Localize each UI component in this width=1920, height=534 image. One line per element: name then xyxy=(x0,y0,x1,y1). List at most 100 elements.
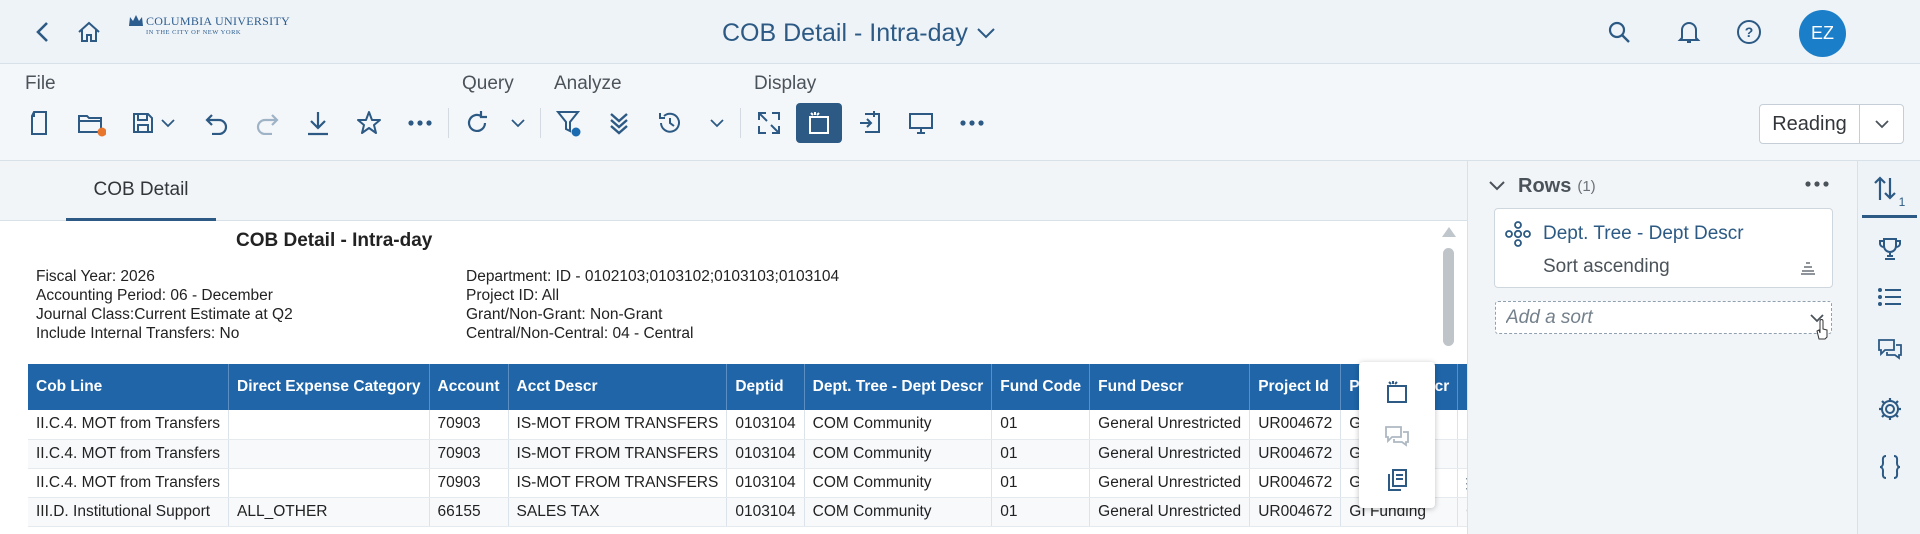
avatar[interactable]: EZ xyxy=(1799,10,1846,57)
table-cell[interactable]: 0103104 xyxy=(726,439,805,469)
refresh-icon[interactable] xyxy=(460,106,494,140)
insert-icon[interactable] xyxy=(853,106,887,140)
app-title-menu[interactable]: COB Detail - Intra-day xyxy=(722,18,996,48)
table-cell[interactable]: UR004672 xyxy=(1249,410,1342,440)
tab-cob-detail[interactable]: COB Detail xyxy=(66,161,216,221)
more-icon[interactable] xyxy=(1804,175,1830,193)
table-cell[interactable]: 01 xyxy=(991,497,1091,527)
column-header[interactable]: Deptid xyxy=(726,364,805,410)
table-cell[interactable]: UR004672 xyxy=(1249,468,1342,498)
table-cell[interactable]: 01 xyxy=(991,410,1091,440)
bookmark-star-icon[interactable] xyxy=(352,106,386,140)
table-cell[interactable]: II.C.4. MOT from Transfers xyxy=(28,439,230,469)
drill-down-icon[interactable] xyxy=(602,106,636,140)
table-cell[interactable] xyxy=(228,410,430,440)
column-header[interactable]: Acct Descr xyxy=(508,364,728,410)
table-cell[interactable]: General Unrestricted xyxy=(1089,439,1251,469)
help-icon[interactable]: ? xyxy=(1734,17,1764,47)
add-sort-input[interactable] xyxy=(1496,302,1776,333)
more-file-icon[interactable] xyxy=(403,106,437,140)
table-cell[interactable]: General Unrestricted xyxy=(1089,497,1251,527)
table-row[interactable]: II.C.4. MOT from Transfers 70903 IS-MOT FR… xyxy=(28,410,1493,440)
table-cell[interactable]: 66155 xyxy=(429,497,509,527)
table-cell[interactable]: ALL_OTHER xyxy=(228,497,430,527)
panel-resize-handle[interactable]: ⋮ xyxy=(1460,476,1474,509)
table-cell[interactable] xyxy=(228,468,430,498)
table-cell[interactable]: 70903 xyxy=(429,468,509,498)
redo-icon[interactable] xyxy=(250,106,284,140)
view-mode-label[interactable]: Reading xyxy=(1760,105,1860,143)
table-cell[interactable] xyxy=(228,439,430,469)
back-icon[interactable] xyxy=(28,17,58,47)
column-header[interactable]: Direct Expense Category xyxy=(228,364,430,410)
chevron-down-icon[interactable] xyxy=(1488,180,1506,192)
table-cell[interactable]: COM Community xyxy=(804,468,993,498)
home-icon[interactable] xyxy=(74,17,104,47)
table-row[interactable]: II.C.4. MOT from Transfers 70903 IS-MOT FR… xyxy=(28,468,1493,498)
table-cell[interactable]: II.C.4. MOT from Transfers xyxy=(28,468,230,498)
table-cell[interactable]: SALES TAX xyxy=(508,497,728,527)
list-icon[interactable] xyxy=(1870,277,1910,317)
column-header[interactable]: Cob Line xyxy=(28,364,230,410)
comment-icon[interactable] xyxy=(1379,418,1415,454)
columbia-logo[interactable]: COLUMBIA UNIVERSITY IN THE CITY OF NEW Y… xyxy=(128,12,290,42)
history-icon[interactable] xyxy=(653,106,687,140)
search-icon[interactable] xyxy=(1604,17,1634,47)
table-cell[interactable]: IS-MOT FROM TRANSFERS xyxy=(508,410,728,440)
save-options-chevron-icon[interactable] xyxy=(156,106,180,140)
save-icon[interactable] xyxy=(126,106,160,140)
show-panel-icon[interactable] xyxy=(1379,374,1415,410)
scroll-up-icon[interactable] xyxy=(1442,227,1456,237)
chevron-down-icon[interactable] xyxy=(1860,105,1903,143)
table-cell[interactable]: 0103104 xyxy=(726,468,805,498)
table-cell[interactable]: IS-MOT FROM TRANSFERS xyxy=(508,439,728,469)
refresh-options-chevron-icon[interactable] xyxy=(506,106,530,140)
table-cell[interactable]: UR004672 xyxy=(1249,439,1342,469)
table-cell[interactable]: II.C.4. MOT from Transfers xyxy=(28,410,230,440)
copy-icon[interactable] xyxy=(1379,462,1415,498)
show-panel-icon[interactable] xyxy=(796,103,842,143)
table-cell[interactable]: General Unrestricted xyxy=(1089,468,1251,498)
rows-section-header[interactable]: Rows (1) xyxy=(1488,171,1838,201)
table-cell[interactable]: IS-MOT FROM TRANSFERS xyxy=(508,468,728,498)
column-header[interactable]: Dept. Tree - Dept Descr xyxy=(804,364,993,410)
table-row[interactable]: II.C.4. MOT from Transfers 70903 IS-MOT FR… xyxy=(28,439,1493,469)
table-cell[interactable]: 70903 xyxy=(429,439,509,469)
table-cell[interactable]: 0103104 xyxy=(726,497,805,527)
download-icon[interactable] xyxy=(301,106,335,140)
table-cell[interactable]: General Unrestricted xyxy=(1089,410,1251,440)
sort-icon[interactable]: 1 xyxy=(1870,171,1910,211)
scroll-thumb[interactable] xyxy=(1443,248,1454,346)
table-cell[interactable]: 0103104 xyxy=(726,410,805,440)
table-cell[interactable]: 70903 xyxy=(429,410,509,440)
column-header[interactable]: Fund Descr xyxy=(1089,364,1251,410)
history-options-chevron-icon[interactable] xyxy=(705,106,729,140)
table-cell[interactable]: COM Community xyxy=(804,410,993,440)
table-cell[interactable]: 01 xyxy=(991,468,1091,498)
column-header[interactable]: Project Id xyxy=(1249,364,1342,410)
settings-gear-icon[interactable] xyxy=(1870,389,1910,429)
fullscreen-icon[interactable] xyxy=(752,106,786,140)
new-document-icon[interactable] xyxy=(22,106,56,140)
trophy-icon[interactable] xyxy=(1870,229,1910,269)
table-cell[interactable]: COM Community xyxy=(804,439,993,469)
open-folder-icon[interactable] xyxy=(74,106,108,140)
table-cell[interactable]: UR004672 xyxy=(1249,497,1342,527)
table-cell[interactable]: COM Community xyxy=(804,497,993,527)
sort-item[interactable]: Dept. Tree - Dept Descr Sort ascending xyxy=(1494,208,1833,288)
comments-icon[interactable] xyxy=(1870,329,1910,369)
more-display-icon[interactable] xyxy=(955,106,989,140)
bell-icon[interactable] xyxy=(1674,17,1704,47)
monitor-icon[interactable] xyxy=(904,106,938,140)
filter-icon[interactable] xyxy=(552,106,586,140)
table-row[interactable]: III.D. Institutional Support ALL_OTHER 661… xyxy=(28,497,1493,527)
table-cell[interactable]: 01 xyxy=(991,439,1091,469)
view-mode-select[interactable]: Reading xyxy=(1759,104,1904,144)
undo-icon[interactable] xyxy=(200,106,234,140)
sort-ascending-icon[interactable] xyxy=(1800,261,1816,275)
code-braces-icon[interactable] xyxy=(1870,447,1910,487)
column-header[interactable]: Account xyxy=(429,364,509,410)
table-cell[interactable]: III.D. Institutional Support xyxy=(28,497,230,527)
column-header[interactable]: Fund Code xyxy=(991,364,1091,410)
add-sort-field[interactable] xyxy=(1495,301,1832,340)
